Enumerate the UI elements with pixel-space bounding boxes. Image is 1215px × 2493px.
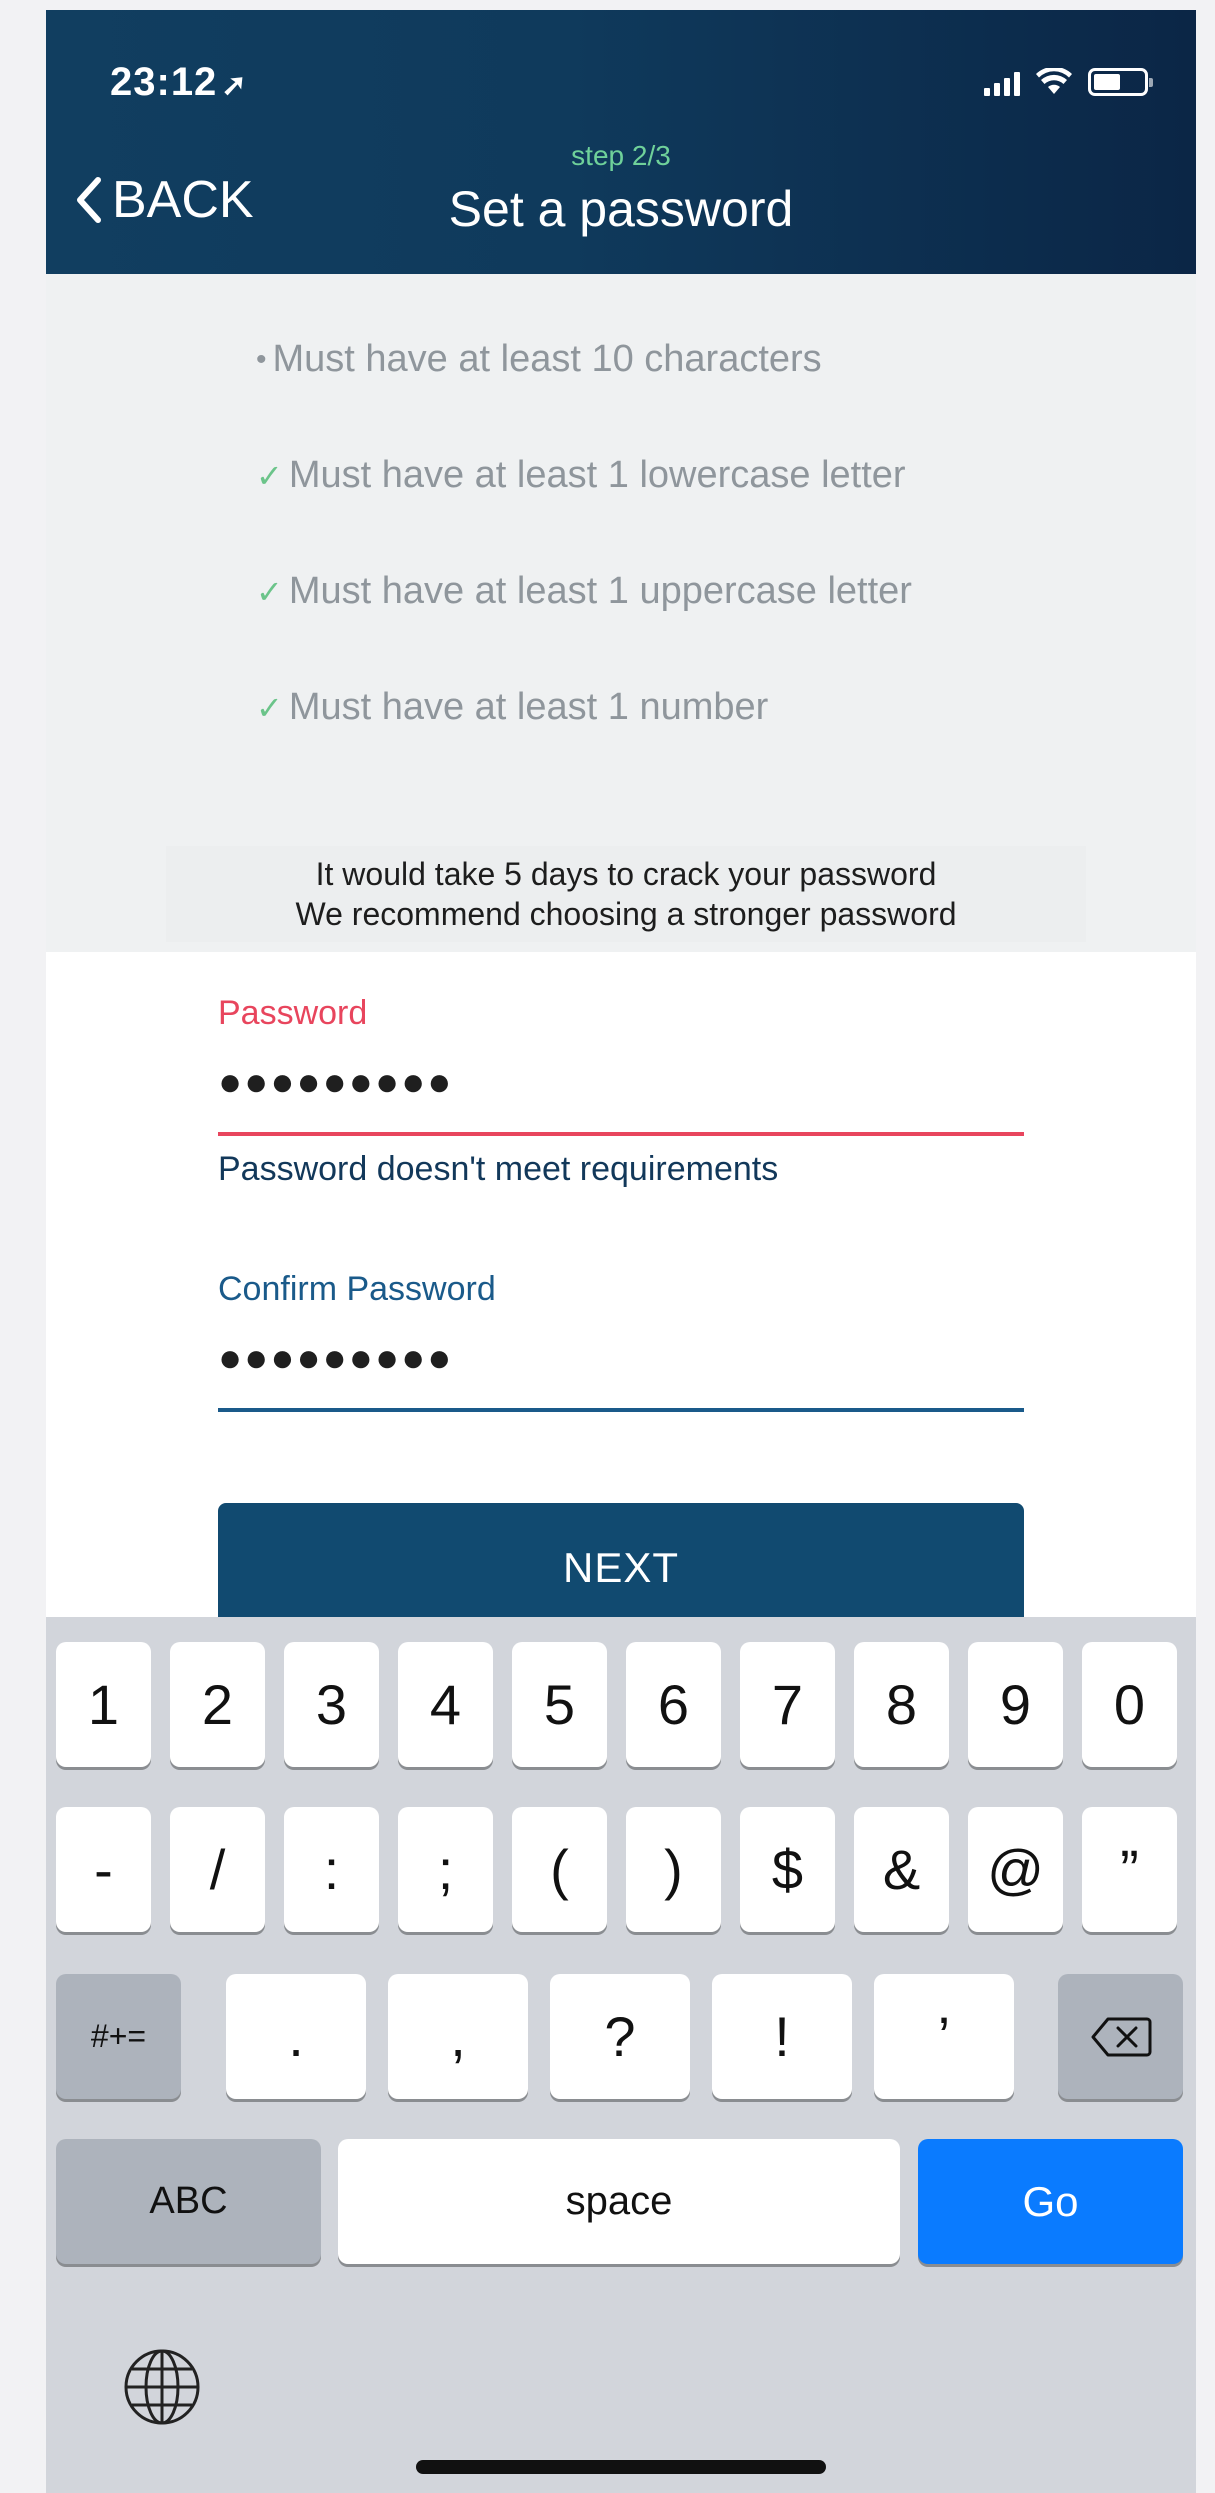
app-header: 23:12 ➚ BACK step 2/3 Set a password bbox=[46, 10, 1196, 274]
key-apostrophe[interactable]: ’ bbox=[874, 1974, 1014, 2099]
key-abc[interactable]: ABC bbox=[56, 2139, 321, 2264]
bullet-icon: • bbox=[256, 342, 267, 376]
key-semicolon[interactable]: ; bbox=[398, 1807, 493, 1932]
key-4[interactable]: 4 bbox=[398, 1642, 493, 1767]
password-input[interactable]: ●●●●●●●●● bbox=[218, 1060, 453, 1105]
key-dollar[interactable]: $ bbox=[740, 1807, 835, 1932]
backspace-icon bbox=[1091, 2017, 1151, 2056]
key-close-paren[interactable]: ) bbox=[626, 1807, 721, 1932]
requirement-item: • Must have at least 10 characters bbox=[256, 338, 822, 381]
key-slash[interactable]: / bbox=[170, 1807, 265, 1932]
key-1[interactable]: 1 bbox=[56, 1642, 151, 1767]
key-quote[interactable]: ” bbox=[1082, 1807, 1177, 1932]
requirement-item: ✓ Must have at least 1 uppercase letter bbox=[256, 570, 912, 613]
key-2[interactable]: 2 bbox=[170, 1642, 265, 1767]
key-8[interactable]: 8 bbox=[854, 1642, 949, 1767]
requirement-text: Must have at least 1 lowercase letter bbox=[288, 454, 906, 496]
key-9[interactable]: 9 bbox=[968, 1642, 1063, 1767]
key-3[interactable]: 3 bbox=[284, 1642, 379, 1767]
phone-screen: 23:12➚ BACK step 2/3 Set a password • M bbox=[46, 10, 1196, 2493]
key-colon[interactable]: : bbox=[284, 1807, 379, 1932]
key-ampersand[interactable]: & bbox=[854, 1807, 949, 1932]
checkmark-icon: ✓ bbox=[256, 457, 283, 494]
key-6[interactable]: 6 bbox=[626, 1642, 721, 1767]
key-5[interactable]: 5 bbox=[512, 1642, 607, 1767]
checkmark-icon: ✓ bbox=[256, 689, 283, 726]
requirement-text: Must have at least 10 characters bbox=[272, 338, 822, 380]
status-time: 23:12 ➚ bbox=[110, 60, 247, 105]
key-0[interactable]: 0 bbox=[1082, 1642, 1177, 1767]
key-comma[interactable]: , bbox=[388, 1974, 528, 2099]
key-open-paren[interactable]: ( bbox=[512, 1807, 607, 1932]
key-at[interactable]: @ bbox=[968, 1807, 1063, 1932]
confirm-password-label: Confirm Password bbox=[218, 1270, 496, 1308]
wifi-icon bbox=[1036, 68, 1072, 94]
keyboard: 1 2 3 4 5 6 7 8 9 0 - / : ; ( ) $ & @ ” … bbox=[46, 1617, 1196, 2493]
delete-key[interactable] bbox=[1058, 1974, 1183, 2099]
status-time-text: 23:12 bbox=[110, 60, 218, 104]
step-indicator: step 2/3 bbox=[571, 140, 671, 171]
globe-icon[interactable] bbox=[122, 2347, 202, 2427]
location-icon: ➚ bbox=[221, 69, 248, 102]
signal-icon bbox=[984, 72, 1020, 96]
home-indicator[interactable] bbox=[416, 2460, 826, 2474]
go-key[interactable]: Go bbox=[918, 2139, 1183, 2264]
key-7[interactable]: 7 bbox=[740, 1642, 835, 1767]
battery-icon bbox=[1088, 68, 1153, 96]
requirement-text: Must have at least 1 uppercase letter bbox=[288, 570, 912, 612]
key-symbols[interactable]: #+= bbox=[56, 1974, 181, 2099]
strength-message: It would take 5 days to crack your passw… bbox=[166, 846, 1086, 942]
confirm-password-underline bbox=[218, 1408, 1024, 1412]
strength-line-1: It would take 5 days to crack your passw… bbox=[315, 856, 937, 892]
requirement-text: Must have at least 1 number bbox=[288, 686, 769, 728]
requirement-item: ✓ Must have at least 1 number bbox=[256, 686, 768, 729]
password-label: Password bbox=[218, 994, 368, 1032]
key-question[interactable]: ? bbox=[550, 1974, 690, 2099]
checkmark-icon: ✓ bbox=[256, 573, 283, 610]
space-key[interactable]: space bbox=[338, 2139, 900, 2264]
password-error: Password doesn't meet requirements bbox=[218, 1150, 779, 1188]
password-underline bbox=[218, 1132, 1024, 1136]
next-button[interactable]: NEXT bbox=[218, 1503, 1024, 1633]
key-hyphen[interactable]: - bbox=[56, 1807, 151, 1932]
status-icons bbox=[984, 66, 1153, 96]
strength-line-2: We recommend choosing a stronger passwor… bbox=[295, 896, 957, 932]
page-title: Set a password bbox=[448, 181, 794, 237]
confirm-password-input[interactable]: ●●●●●●●●● bbox=[218, 1336, 453, 1381]
key-period[interactable]: . bbox=[226, 1974, 366, 2099]
requirement-item: ✓ Must have at least 1 lowercase letter bbox=[256, 454, 906, 497]
key-exclamation[interactable]: ! bbox=[712, 1974, 852, 2099]
